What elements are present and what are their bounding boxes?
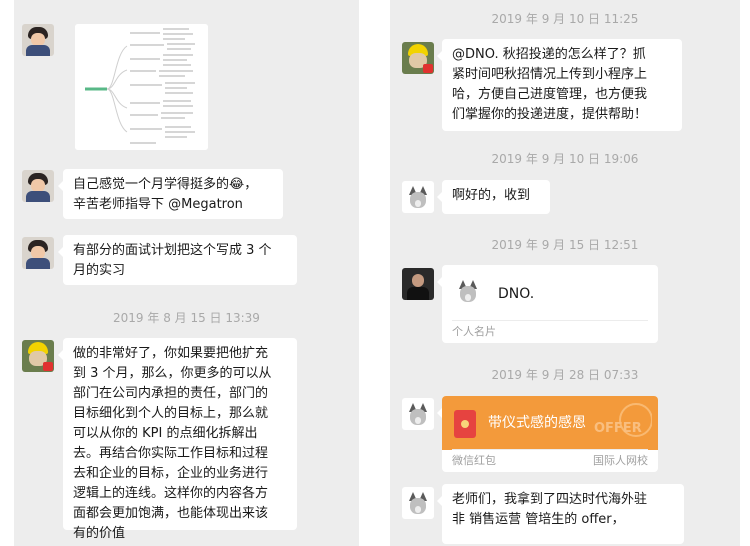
message-line: 辛苦老师指导下 @Megatron <box>73 197 243 212</box>
message-line: 去。再结合你实际工作目标和过程 <box>73 446 269 461</box>
message-line: 逻辑上的连线。这样你的内容各方 <box>73 486 269 501</box>
message-line: 哈，方便自己进度管理，也方便我 <box>452 87 648 102</box>
message-line: 去和企业的目标，企业的业务进行 <box>73 466 269 481</box>
red-packet-decoration: OFFER <box>594 403 652 437</box>
avatar-teacher[interactable] <box>22 340 54 372</box>
message-line: 有部分的面试计划把这个写成 3 个 <box>73 243 272 258</box>
avatar-student[interactable] <box>22 24 54 56</box>
message-line: 月的实习 <box>73 263 126 278</box>
contact-card-footer: 个人名片 <box>452 320 648 343</box>
message-line: 部门在公司内承担的责任，部门的 <box>73 386 269 401</box>
message-line: 做的非常好了，你如果要把他扩充 <box>73 346 269 361</box>
message-bubble[interactable]: 自己感觉一个月学得挺多的😂， 辛苦老师指导下 @Megatron <box>58 169 283 219</box>
avatar-student[interactable] <box>22 237 54 269</box>
contact-card[interactable]: DNO. 个人名片 <box>437 265 658 343</box>
avatar-student[interactable] <box>402 487 434 519</box>
contact-card-name: DNO. <box>498 286 535 302</box>
message-line: 面都会更加饱满，也能体现出来该 <box>73 506 269 521</box>
red-packet[interactable]: 带仪式感的感恩 OFFER 微信红包 国际人网校 <box>437 396 658 472</box>
message-line: 非 销售运营 管培生的 offer， <box>452 512 625 527</box>
message-line: @DNO. 秋招投递的怎么样了？抓 <box>452 47 646 62</box>
avatar-student[interactable] <box>402 398 434 430</box>
message-bubble[interactable]: 老师们，我拿到了四达时代海外驻 非 销售运营 管培生的 offer， <box>437 484 684 544</box>
message-bubble[interactable]: 有部分的面试计划把这个写成 3 个 月的实习 <box>58 235 297 285</box>
contact-card-avatar <box>452 275 488 311</box>
right-chat-panel: 2019 年 9 月 10 日 11:25 @DNO. 秋招投递的怎么样了？抓 … <box>390 0 740 546</box>
message-line: 到 3 个月，那么，你更多的可以从 <box>73 366 272 381</box>
message-bubble[interactable]: @DNO. 秋招投递的怎么样了？抓 紧时间吧秋招情况上传到小程序上 哈，方便自己… <box>437 39 682 131</box>
mind-map-drawing <box>75 24 208 150</box>
timestamp: 2019 年 9 月 28 日 07:33 <box>491 368 639 382</box>
avatar-student[interactable] <box>22 170 54 202</box>
red-envelope-icon <box>454 410 476 438</box>
timestamp: 2019 年 9 月 10 日 19:06 <box>491 152 639 166</box>
red-packet-text: 带仪式感的感恩 <box>488 415 586 431</box>
timestamp: 2019 年 9 月 15 日 12:51 <box>491 238 639 252</box>
avatar-teacher[interactable] <box>402 42 434 74</box>
timestamp: 2019 年 9 月 10 日 11:25 <box>491 12 639 26</box>
message-line: 紧时间吧秋招情况上传到小程序上 <box>452 67 648 82</box>
message-bubble[interactable]: 啊好的，收到 <box>437 180 550 214</box>
red-packet-footer: 微信红包 国际人网校 <box>452 449 648 472</box>
red-packet-body: 带仪式感的感恩 OFFER <box>442 396 658 450</box>
left-chat-panel: 自己感觉一个月学得挺多的😂， 辛苦老师指导下 @Megatron 有部分的面试计… <box>14 0 359 546</box>
red-packet-deco-text: OFFER <box>594 421 642 436</box>
avatar-sender[interactable] <box>402 268 434 300</box>
message-line: 可以从你的 KPI 的点细化拆解出 <box>73 426 258 441</box>
timestamp: 2019 年 8 月 15 日 13:39 <box>113 311 260 325</box>
avatar-student[interactable] <box>402 181 434 213</box>
message-line: 们掌握你的投递进度，提供帮助！ <box>452 107 648 122</box>
message-line: 啊好的，收到 <box>452 188 531 203</box>
message-line: 老师们，我拿到了四达时代海外驻 <box>452 492 648 507</box>
mind-map-image[interactable] <box>75 24 208 150</box>
message-line: 目标细化到个人的目标上，那么就 <box>73 406 269 421</box>
message-bubble[interactable]: 做的非常好了，你如果要把他扩充 到 3 个月，那么，你更多的可以从 部门在公司内… <box>58 338 297 541</box>
red-packet-sender: 国际人网校 <box>593 454 648 467</box>
message-line: 自己感觉一个月学得挺多的😂， <box>73 177 258 192</box>
message-line: 有的价值 <box>73 526 126 541</box>
red-packet-label: 微信红包 <box>452 454 496 467</box>
